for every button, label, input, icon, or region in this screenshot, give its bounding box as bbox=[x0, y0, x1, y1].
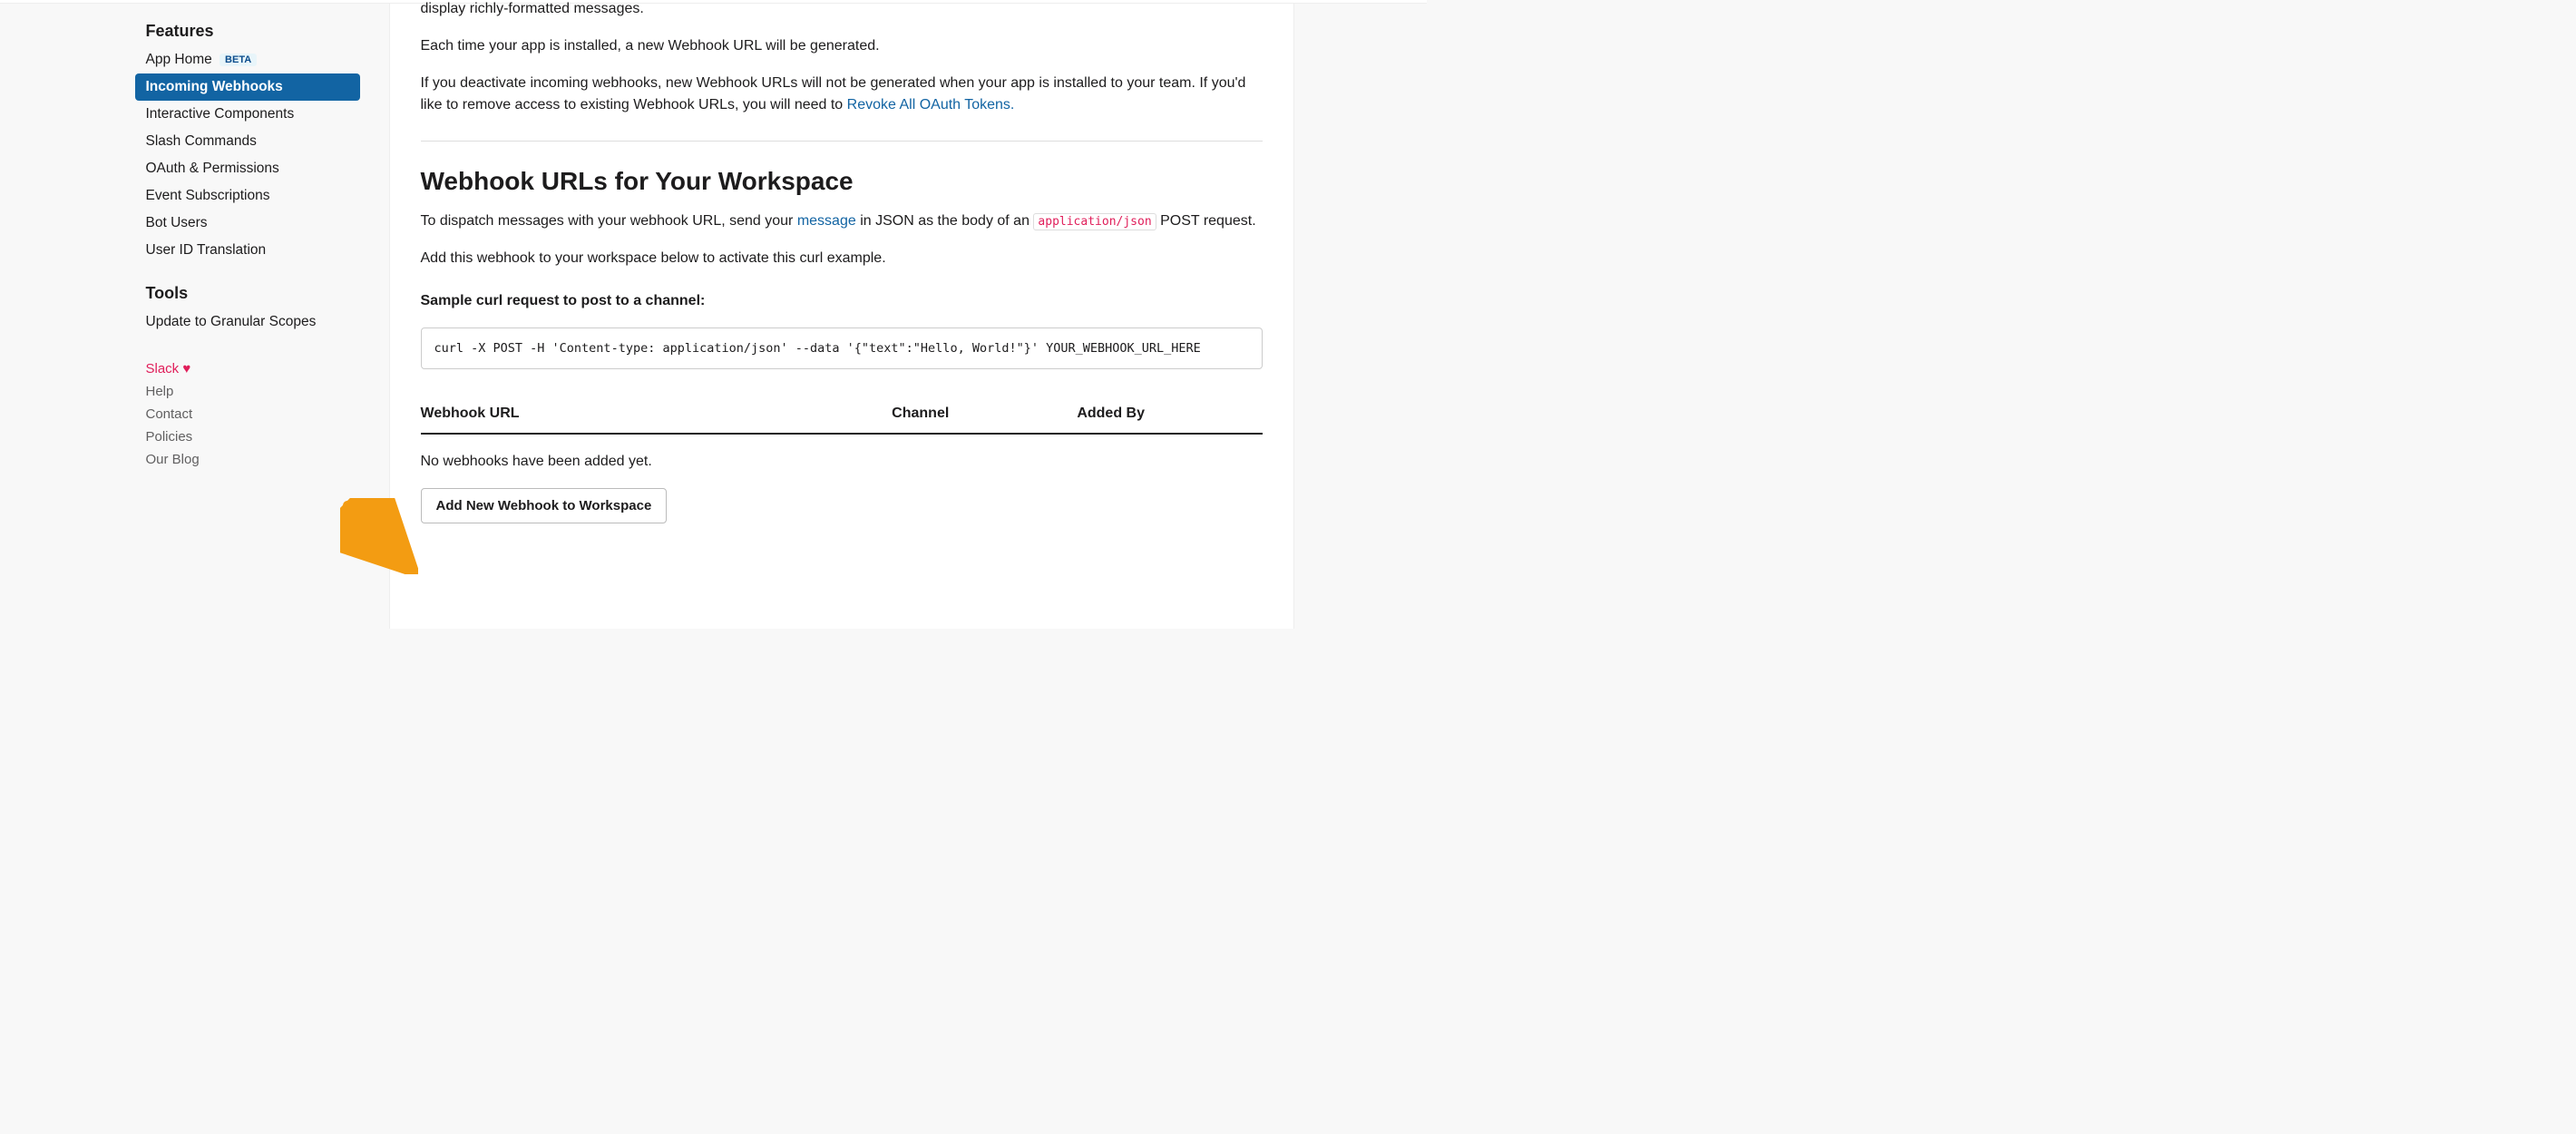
col-channel: Channel bbox=[892, 396, 1077, 434]
footer-slack-label: Slack bbox=[146, 361, 180, 376]
sidebar-item-label: Slash Commands bbox=[146, 133, 257, 149]
sidebar-item-app-home[interactable]: App Home BETA bbox=[133, 46, 362, 73]
sidebar-item-user-id-translation[interactable]: User ID Translation bbox=[133, 237, 362, 264]
sidebar-item-incoming-webhooks[interactable]: Incoming Webhooks bbox=[135, 73, 360, 101]
sample-label: Sample curl request to post to a channel… bbox=[421, 290, 1263, 313]
webhook-table: Webhook URL Channel Added By bbox=[421, 396, 1263, 435]
sidebar-item-label: Event Subscriptions bbox=[146, 188, 270, 203]
content-type-code: application/json bbox=[1033, 213, 1156, 230]
activate-paragraph: Add this webhook to your workspace below… bbox=[421, 248, 1263, 270]
revoke-tokens-link[interactable]: Revoke All OAuth Tokens. bbox=[847, 97, 1015, 112]
sidebar-item-label: Bot Users bbox=[146, 215, 208, 230]
col-webhook-url: Webhook URL bbox=[421, 396, 893, 434]
main-content: display richly-formatted messages. Each … bbox=[389, 4, 1294, 629]
sidebar-item-slash-commands[interactable]: Slash Commands bbox=[133, 128, 362, 155]
section-heading: Webhook URLs for Your Workspace bbox=[421, 167, 1263, 196]
features-heading: Features bbox=[133, 16, 362, 46]
footer-policies[interactable]: Policies bbox=[133, 425, 362, 448]
col-added-by: Added By bbox=[1077, 396, 1262, 434]
tools-heading: Tools bbox=[133, 279, 362, 308]
dispatch-paragraph: To dispatch messages with your webhook U… bbox=[421, 210, 1263, 233]
sidebar-item-label: Incoming Webhooks bbox=[146, 79, 283, 94]
sidebar-item-bot-users[interactable]: Bot Users bbox=[133, 210, 362, 237]
intro-p2: If you deactivate incoming webhooks, new… bbox=[421, 73, 1263, 118]
sidebar-item-label: Update to Granular Scopes bbox=[146, 314, 317, 329]
heart-icon: ♥ bbox=[182, 361, 190, 376]
footer-slack[interactable]: Slack ♥ bbox=[133, 357, 362, 380]
sidebar-item-label: Interactive Components bbox=[146, 106, 295, 122]
add-webhook-button[interactable]: Add New Webhook to Workspace bbox=[421, 488, 668, 523]
footer-help[interactable]: Help bbox=[133, 380, 362, 403]
footer-blog[interactable]: Our Blog bbox=[133, 448, 362, 471]
curl-sample-code: curl -X POST -H 'Content-type: applicati… bbox=[421, 327, 1263, 369]
intro-cut-line: display richly-formatted messages. bbox=[421, 0, 1263, 21]
empty-webhooks-message: No webhooks have been added yet. bbox=[421, 451, 1263, 474]
section-divider bbox=[421, 141, 1263, 142]
sidebar-item-oauth-permissions[interactable]: OAuth & Permissions bbox=[133, 155, 362, 182]
sidebar: Features App Home BETA Incoming Webhooks… bbox=[133, 4, 362, 629]
footer-contact[interactable]: Contact bbox=[133, 403, 362, 425]
sidebar-item-interactive-components[interactable]: Interactive Components bbox=[133, 101, 362, 128]
intro-p1: Each time your app is installed, a new W… bbox=[421, 35, 1263, 58]
sidebar-item-event-subscriptions[interactable]: Event Subscriptions bbox=[133, 182, 362, 210]
message-link[interactable]: message bbox=[797, 213, 856, 229]
sidebar-item-label: App Home bbox=[146, 52, 212, 67]
sidebar-item-label: OAuth & Permissions bbox=[146, 161, 279, 176]
beta-badge: BETA bbox=[220, 54, 257, 66]
sidebar-item-label: User ID Translation bbox=[146, 242, 267, 258]
sidebar-item-granular-scopes[interactable]: Update to Granular Scopes bbox=[133, 308, 362, 336]
